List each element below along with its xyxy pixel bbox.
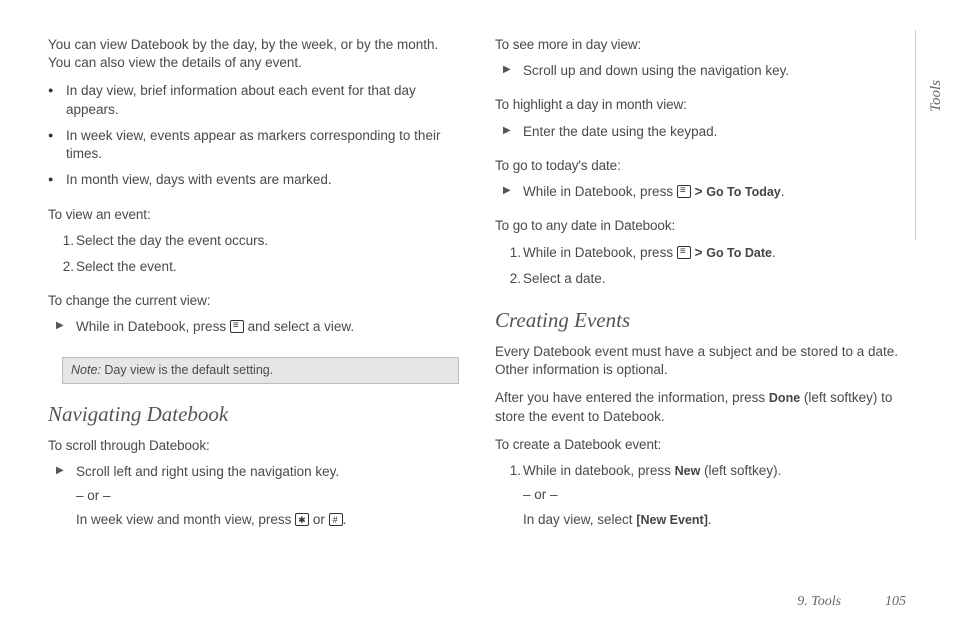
step-text-post: and select a view. — [244, 319, 354, 334]
anydate-steps: 1. While in Datebook, press > Go To Date… — [495, 244, 906, 296]
page-body: You can view Datebook by the day, by the… — [48, 36, 906, 576]
scroll-steps: Scroll left and right using the navigati… — [48, 463, 459, 538]
step-pre: While in datebook, press — [523, 463, 675, 478]
step-text-pre: While in Datebook, press — [76, 319, 230, 334]
today-intro: To go to today's date: — [495, 157, 906, 175]
gt-separator: > — [691, 245, 706, 260]
arrow-step: Scroll left and right using the navigati… — [76, 463, 459, 530]
hash-key-icon — [329, 513, 343, 526]
note-text: Day view is the default setting. — [104, 363, 273, 377]
step-text: Scroll left and right using the navigati… — [76, 464, 339, 479]
create-para-1: Every Datebook event must have a subject… — [495, 343, 906, 379]
alt-pre: In day view, select — [523, 512, 636, 527]
intro-paragraph: You can view Datebook by the day, by the… — [48, 36, 459, 72]
step-pre: While in Datebook, press — [523, 184, 677, 199]
highlight-steps: Enter the date using the keypad. — [495, 123, 906, 149]
arrow-step: Enter the date using the keypad. — [523, 123, 906, 141]
create-intro: To create a Datebook event: — [495, 436, 906, 454]
bullet-item: In month view, days with events are mark… — [62, 171, 459, 189]
view-mode-bullets: In day view, brief information about eac… — [48, 82, 459, 197]
step-text: Select the day the event occurs. — [76, 233, 268, 248]
side-tab-label: Tools — [928, 80, 945, 112]
list-step: 1. While in datebook, press New (left so… — [523, 462, 906, 529]
list-step: 1. While in Datebook, press > Go To Date… — [523, 244, 906, 262]
arrow-step: Scroll up and down using the navigation … — [523, 62, 906, 80]
heading-navigating: Navigating Datebook — [48, 402, 459, 427]
menu-key-icon — [677, 185, 691, 198]
change-view-intro: To change the current view: — [48, 292, 459, 310]
para-pre: After you have entered the information, … — [495, 390, 769, 405]
change-view-steps: While in Datebook, press and select a vi… — [48, 318, 459, 344]
note-box: Note: Day view is the default setting. — [62, 357, 459, 384]
footer-chapter: 9. Tools — [797, 594, 841, 609]
create-para-2: After you have entered the information, … — [495, 389, 906, 425]
left-column: You can view Datebook by the day, by the… — [48, 36, 459, 576]
note-label: Note: — [71, 363, 101, 377]
bullet-item: In day view, brief information about eac… — [62, 82, 459, 118]
step-post: . — [772, 245, 776, 260]
step-pre: While in Datebook, press — [523, 245, 677, 260]
new-event-label: [New Event] — [636, 513, 708, 527]
bullet-item: In week view, events appear as markers c… — [62, 127, 459, 163]
star-key-icon — [295, 513, 309, 526]
goto-today-label: Go To Today — [706, 185, 781, 199]
gt-separator: > — [691, 184, 706, 199]
step-alt: In week view and month view, press or . — [76, 511, 459, 529]
arrow-step: While in Datebook, press > Go To Today. — [523, 183, 906, 201]
today-steps: While in Datebook, press > Go To Today. — [495, 183, 906, 209]
done-label: Done — [769, 391, 800, 405]
alt-post: . — [343, 512, 347, 527]
or-divider: – or – — [523, 486, 906, 504]
view-event-intro: To view an event: — [48, 206, 459, 224]
heading-creating: Creating Events — [495, 308, 906, 333]
see-more-intro: To see more in day view: — [495, 36, 906, 54]
create-steps: 1. While in datebook, press New (left so… — [495, 462, 906, 537]
right-column: To see more in day view: Scroll up and d… — [495, 36, 906, 576]
list-step: 1.Select the day the event occurs. — [76, 232, 459, 250]
page-footer: 9. Tools 105 — [797, 592, 906, 610]
scroll-intro: To scroll through Datebook: — [48, 437, 459, 455]
step-alt: In day view, select [New Event]. — [523, 511, 906, 529]
or-divider: – or – — [76, 487, 459, 505]
list-step: 2.Select the event. — [76, 258, 459, 276]
alt-mid: or — [309, 512, 329, 527]
goto-date-label: Go To Date — [706, 246, 772, 260]
footer-page-number: 105 — [885, 594, 906, 609]
view-event-steps: 1.Select the day the event occurs. 2.Sel… — [48, 232, 459, 284]
new-label: New — [675, 464, 701, 478]
alt-post: . — [708, 512, 712, 527]
menu-key-icon — [230, 320, 244, 333]
side-rule — [915, 30, 916, 240]
arrow-step: While in Datebook, press and select a vi… — [76, 318, 459, 336]
highlight-intro: To highlight a day in month view: — [495, 96, 906, 114]
step-post: . — [781, 184, 785, 199]
menu-key-icon — [677, 246, 691, 259]
alt-pre: In week view and month view, press — [76, 512, 295, 527]
step-text: Select a date. — [523, 271, 606, 286]
anydate-intro: To go to any date in Datebook: — [495, 217, 906, 235]
step-text: Select the event. — [76, 259, 177, 274]
list-step: 2.Select a date. — [523, 270, 906, 288]
see-more-steps: Scroll up and down using the navigation … — [495, 62, 906, 88]
step-post: (left softkey). — [700, 463, 781, 478]
